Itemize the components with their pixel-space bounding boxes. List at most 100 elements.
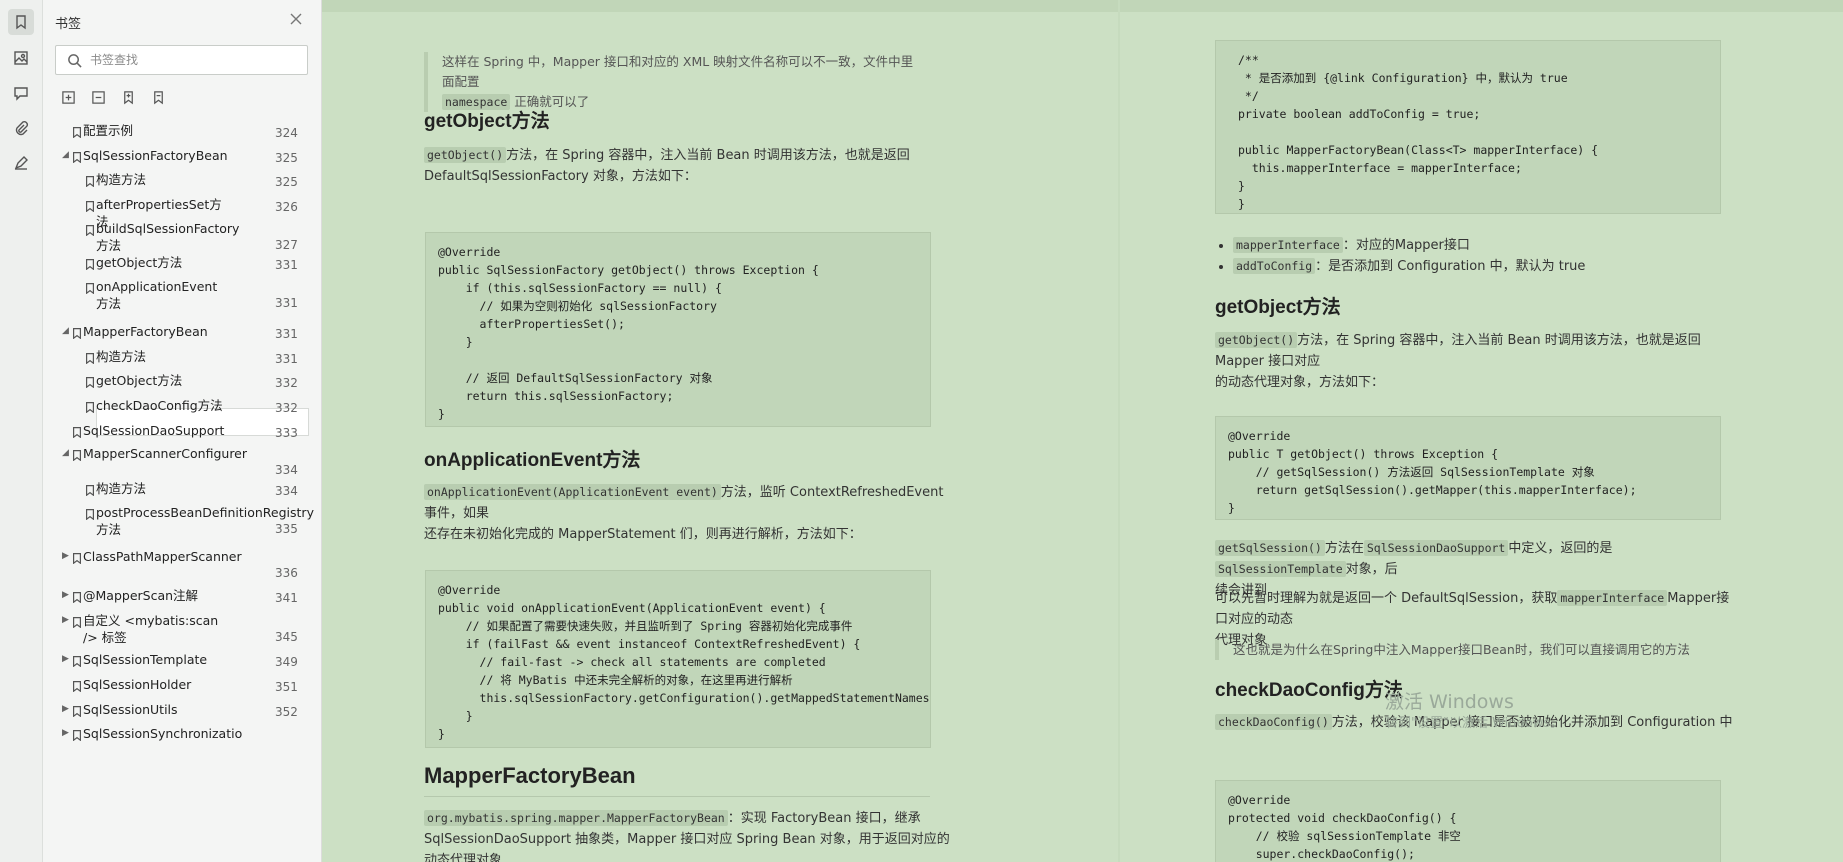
bookmark-icon <box>73 615 81 629</box>
collapse-all-icon[interactable] <box>89 88 107 106</box>
bookmark-page-number: 326 <box>275 200 298 214</box>
bookmark-page-number: 331 <box>275 352 298 366</box>
heading-onapplicationevent: onApplicationEvent方法 <box>424 450 641 471</box>
bookmark-icon <box>73 551 81 565</box>
bookmark-page-number: 325 <box>275 151 298 165</box>
bookmark-item-label: 构造方法 <box>96 349 147 364</box>
inline-code: checkDaoConfig() <box>1215 714 1332 730</box>
paragraph-getobject: getObject() 方法，在 Spring 容器中，注入当前 Bean 时调用… <box>424 145 944 187</box>
expand-all-icon[interactable] <box>59 88 77 106</box>
panel-title: 书签 <box>55 17 82 32</box>
inline-code: onApplicationEvent(ApplicationEvent even… <box>424 484 721 500</box>
collapse-arrow-icon[interactable]: ▶ <box>62 552 70 561</box>
bookmark-item-label: SqlSessionUtils <box>83 702 178 717</box>
bookmark-search[interactable] <box>55 45 308 75</box>
bookmark-item-label: SqlSessionTemplate <box>83 652 208 667</box>
heading-underline <box>424 796 930 797</box>
bookmark-item-label: getObject方法 <box>96 373 183 388</box>
inline-code: getObject() <box>424 147 507 163</box>
delete-bookmark-icon[interactable] <box>149 88 167 106</box>
paragraph-text: ：实现 FactoryBean 接口，继承 <box>727 811 921 826</box>
bookmark-icon <box>73 125 81 139</box>
paragraph-text: 可以先暂时理解为就是返回一个 DefaultSqlSession，获取 <box>1215 591 1558 606</box>
bookmark-page-number: 331 <box>275 327 298 341</box>
collapse-arrow-icon[interactable]: ▶ <box>62 705 70 714</box>
bookmark-search-input[interactable] <box>90 51 295 69</box>
expand-arrow-icon[interactable]: ◢ <box>62 151 70 160</box>
document-view: 这样在 Spring 中，Mapper 接口和对应的 XML 映射文件名称可以不… <box>322 0 1843 862</box>
bookmark-item-label: SqlSessionDaoSupport <box>83 423 225 438</box>
bookmark-page-number: 335 <box>275 522 298 536</box>
namespace-quote: 这样在 Spring 中，Mapper 接口和对应的 XML 映射文件名称可以不… <box>424 52 924 112</box>
bookmark-item-label: getObject方法 <box>96 255 183 270</box>
comment-icon[interactable] <box>8 80 34 106</box>
code-block-constructor: /** * 是否添加到 {@link Configuration} 中，默认为 … <box>1215 40 1721 214</box>
expand-arrow-icon[interactable]: ◢ <box>62 449 70 458</box>
bookmark-icon <box>73 654 81 668</box>
list-item-text: ：是否添加到 Configuration 中，默认为 true <box>1315 259 1586 274</box>
inline-code: mapperInterface <box>1233 237 1343 253</box>
bookmark-item-label: checkDaoConfig方法 <box>96 398 223 413</box>
inline-code: SqlSessionDaoSupport <box>1363 540 1509 556</box>
bookmark-page-number: 331 <box>275 258 298 272</box>
inline-code: org.mybatis.spring.mapper.MapperFactoryB… <box>424 810 728 826</box>
bookmark-item-label: buildSqlSessionFactory方法 <box>96 221 240 253</box>
bookmark-page-number: 345 <box>275 630 298 644</box>
bookmark-item-label: SqlSessionSynchronizatio <box>83 726 243 741</box>
bookmark-icon <box>86 483 94 497</box>
collapse-arrow-icon[interactable]: ▶ <box>62 591 70 600</box>
thumbnail-icon[interactable] <box>8 45 34 71</box>
paragraph-text: DefaultSqlSessionFactory 对象，方法如下： <box>424 169 697 184</box>
bookmark-page-number: 352 <box>275 705 298 719</box>
close-icon[interactable] <box>289 12 305 28</box>
expand-arrow-icon[interactable]: ◢ <box>62 327 70 336</box>
inline-code: addToConfig <box>1233 258 1316 274</box>
bookmark-icon <box>86 400 94 414</box>
collapse-arrow-icon[interactable]: ▶ <box>62 616 70 625</box>
watermark-line-2: 转到"设置"以激活 Windows。 <box>1385 716 1564 731</box>
paragraph-text: 对象，后 <box>1345 562 1398 577</box>
bookmark-item-label: SqlSessionFactoryBean <box>83 148 228 163</box>
bookmark-icon <box>86 507 94 521</box>
bookmark-icon <box>86 199 94 213</box>
page-divider <box>1118 0 1120 862</box>
list-item: mapperInterface：对应的Mapper接口 <box>1233 235 1735 256</box>
list-item: addToConfig：是否添加到 Configuration 中，默认为 tr… <box>1233 256 1735 277</box>
attachment-icon[interactable] <box>8 115 34 141</box>
add-bookmark-icon[interactable] <box>119 88 137 106</box>
collapse-arrow-icon[interactable]: ▶ <box>62 729 70 738</box>
bookmark-item-label: 构造方法 <box>96 481 147 496</box>
heading-getobject-2: getObject方法 <box>1215 297 1341 318</box>
windows-activation-watermark: 激活 Windows 转到"设置"以激活 Windows。 <box>1385 690 1563 734</box>
bookmark-icon <box>73 150 81 164</box>
bookmark-icon <box>86 223 94 237</box>
code-block-checkdaoconfig: @Override protected void checkDaoConfig(… <box>1215 780 1721 862</box>
heading-getobject: getObject方法 <box>424 111 550 132</box>
search-icon <box>68 54 82 68</box>
code-block-getobject: @Override public SqlSessionFactory getOb… <box>425 232 931 427</box>
bookmark-icon <box>73 704 81 718</box>
bookmark-panel: 书签 配置示例 324 ◢ SqlSessionFactoryBean 325 构造方法 3… <box>43 0 363 862</box>
code-block-onapplicationevent: @Override public void onApplicationEvent… <box>425 570 931 748</box>
collapse-arrow-icon[interactable]: ▶ <box>62 655 70 664</box>
code-block-getobject-2: @Override public T getObject() throws Ex… <box>1215 416 1721 520</box>
bookmark-icon <box>86 351 94 365</box>
bookmark-page-number: 324 <box>275 126 298 140</box>
bookmark-page-number: 332 <box>275 401 298 415</box>
bookmark-icon <box>86 257 94 271</box>
bookmark-item-label: 自定义 <mybatis:scan /> 标签 <box>83 613 219 645</box>
paragraph-getobject-2: getObject() 方法，在 Spring 容器中，注入当前 Bean 时调用… <box>1215 330 1735 393</box>
bookmark-page-number: 333 <box>275 426 298 440</box>
bookmark-panel-icon[interactable] <box>8 9 34 35</box>
paragraph-onapplicationevent: onApplicationEvent(ApplicationEvent even… <box>424 482 954 545</box>
heading-mapperfactorybean: MapperFactoryBean <box>424 763 636 788</box>
bookmark-page-number: 332 <box>275 376 298 390</box>
signature-icon[interactable] <box>8 150 34 176</box>
bookmark-item-label: 构造方法 <box>96 172 147 187</box>
bookmark-item-label: ClassPathMapperScanner <box>83 549 242 564</box>
bookmark-item-label: SqlSessionHolder <box>83 677 192 692</box>
bookmark-icon <box>73 728 81 742</box>
inline-code: mapperInterface <box>1557 590 1668 606</box>
bookmark-page-number: 349 <box>275 655 298 669</box>
paragraph-text: 方法在 <box>1324 541 1364 556</box>
